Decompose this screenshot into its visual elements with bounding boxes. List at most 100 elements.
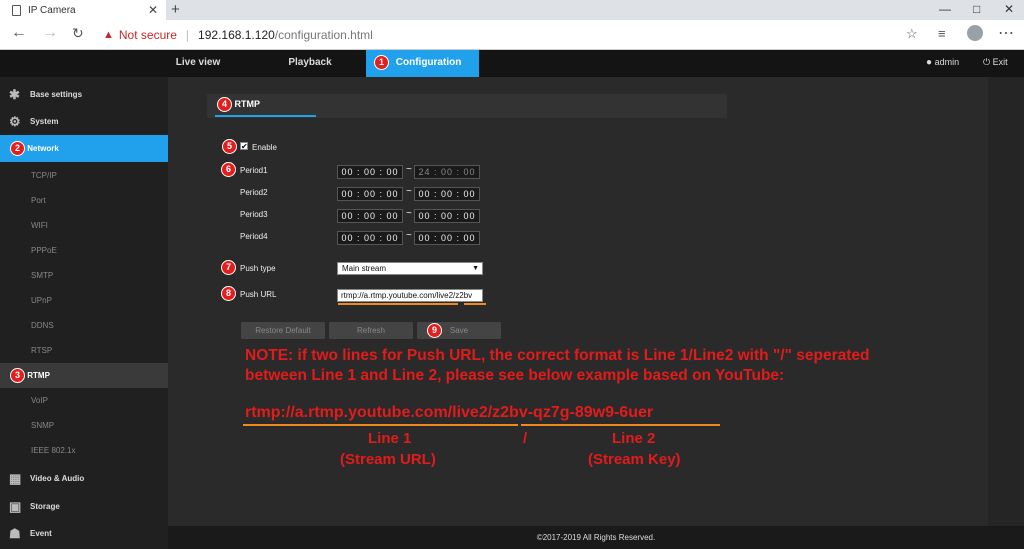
period1-start-time[interactable]: 00 : 00 : 00 bbox=[337, 165, 403, 179]
restore-default-button[interactable]: Restore Default bbox=[241, 322, 325, 339]
favorites-icon[interactable]: ≡ bbox=[938, 26, 946, 41]
forward-icon[interactable]: → bbox=[42, 24, 58, 42]
annotation-badge-9: 9 bbox=[427, 323, 442, 338]
sidebar-sub-upnp[interactable]: UPnP bbox=[0, 288, 168, 313]
nav-live-view[interactable]: Live view bbox=[158, 50, 238, 77]
sidebar-sub-port[interactable]: Port bbox=[0, 188, 168, 213]
save-label: Save bbox=[449, 326, 469, 335]
sidebar-sub-voip[interactable]: VoIP bbox=[0, 388, 168, 413]
nav-configuration-label: Configuration bbox=[395, 57, 462, 68]
sidebar-item-video-audio[interactable]: ▦ Video & Audio bbox=[0, 465, 168, 492]
sidebar-sub-snmp[interactable]: SNMP bbox=[0, 413, 168, 438]
refresh-button[interactable]: Refresh bbox=[329, 322, 413, 339]
sidebar-item-storage[interactable]: ▣ Storage bbox=[0, 493, 168, 520]
user-icon: ● bbox=[926, 57, 933, 68]
period2-label: Period2 bbox=[240, 188, 268, 197]
film-icon: ▦ bbox=[9, 471, 22, 486]
tab-close-icon[interactable]: ✕ bbox=[148, 3, 158, 17]
power-icon: ⏻ bbox=[983, 57, 991, 67]
line2-label: Line 2 bbox=[612, 430, 656, 447]
sidebar-item-label: Network bbox=[27, 144, 59, 153]
url-host: 192.168.1.120 bbox=[198, 28, 275, 42]
annotation-badge-3: 3 bbox=[10, 368, 25, 384]
push-type-value: Main stream bbox=[342, 264, 387, 273]
sidebar-sub-smtp[interactable]: SMTP bbox=[0, 263, 168, 288]
browser-tab[interactable]: IP Camera ✕ bbox=[0, 0, 166, 20]
sidebar-sub-pppoe[interactable]: PPPoE bbox=[0, 238, 168, 263]
period2-start-time[interactable]: 00 : 00 : 00 bbox=[337, 187, 403, 201]
enable-label: Enable bbox=[252, 143, 277, 152]
sidebar-sub-rtmp[interactable]: 3 RTMP bbox=[0, 363, 168, 388]
note-line-2: between Line 1 and Line 2, please see be… bbox=[245, 367, 785, 384]
url-separator: | bbox=[185, 28, 190, 42]
storage-icon: ▣ bbox=[9, 499, 22, 514]
push-url-label: Push URL bbox=[240, 290, 277, 299]
annotation-badge-5: 5 bbox=[222, 139, 237, 154]
sidebar: ✱ Base settings ⚙ System 2 Network TCP/IP … bbox=[0, 77, 168, 549]
push-url-input[interactable]: rtmp://a.rtmp.youtube.com/live2/z2bv bbox=[337, 289, 483, 302]
sidebar-item-label: RTMP bbox=[27, 371, 50, 380]
sidebar-item-label: Storage bbox=[30, 502, 60, 511]
sidebar-sub-ddns[interactable]: DDNS bbox=[0, 313, 168, 338]
sidebar-item-network[interactable]: 2 Network bbox=[0, 135, 168, 162]
annotation-badge-8: 8 bbox=[221, 286, 236, 301]
sidebar-item-base-settings[interactable]: ✱ Base settings bbox=[0, 81, 168, 108]
stream-key-underline bbox=[464, 303, 486, 305]
more-menu-icon[interactable]: ⋯ bbox=[998, 23, 1014, 43]
nav-playback[interactable]: Playback bbox=[270, 50, 350, 77]
period4-label: Period4 bbox=[240, 232, 268, 241]
reload-icon[interactable]: ↻ bbox=[72, 25, 84, 42]
period2-end-time[interactable]: 00 : 00 : 00 bbox=[414, 187, 480, 201]
line1-label: Line 1 bbox=[368, 430, 412, 447]
period4-start-time[interactable]: 00 : 00 : 00 bbox=[337, 231, 403, 245]
slash-label: / bbox=[523, 430, 528, 447]
right-panel-strip bbox=[988, 77, 1024, 526]
period4-end-time[interactable]: 00 : 00 : 00 bbox=[414, 231, 480, 245]
stream-url-underline bbox=[338, 303, 458, 305]
push-type-label: Push type bbox=[240, 264, 276, 273]
page-icon bbox=[12, 4, 21, 16]
range-separator: ~ bbox=[406, 186, 412, 197]
panel-tab-rtmp[interactable]: 4 RTMP bbox=[217, 97, 260, 112]
annotation-badge-7: 7 bbox=[221, 260, 236, 275]
back-icon[interactable]: ← bbox=[11, 24, 27, 42]
period3-end-time[interactable]: 00 : 00 : 00 bbox=[414, 209, 480, 223]
panel-title: RTMP bbox=[234, 98, 261, 109]
profile-avatar[interactable] bbox=[967, 25, 983, 41]
sidebar-sub-ieee8021x[interactable]: IEEE 802.1x bbox=[0, 438, 168, 463]
warning-icon: ▲ bbox=[103, 29, 114, 41]
period1-label: Period1 bbox=[240, 166, 268, 175]
url-field[interactable]: ▲ Not secure | 192.168.1.120/configurati… bbox=[97, 24, 927, 46]
example-url: rtmp://a.rtmp.youtube.com/live2/z2bv-qz7… bbox=[245, 404, 654, 421]
not-secure-label: Not secure bbox=[118, 28, 177, 42]
new-tab-button[interactable]: + bbox=[171, 1, 180, 18]
window-close-icon[interactable]: ✕ bbox=[1004, 2, 1014, 16]
annotation-badge-1: 1 bbox=[374, 54, 389, 70]
nav-configuration[interactable]: 1 Configuration bbox=[366, 50, 479, 77]
maximize-icon[interactable]: □ bbox=[973, 2, 980, 16]
sidebar-sub-wifi[interactable]: WIFI bbox=[0, 213, 168, 238]
push-type-select[interactable]: Main stream ▼ bbox=[337, 262, 483, 275]
save-button[interactable]: 9 Save bbox=[417, 322, 501, 339]
sidebar-sub-rtsp[interactable]: RTSP bbox=[0, 338, 168, 363]
sidebar-sub-tcpip[interactable]: TCP/IP bbox=[0, 163, 168, 188]
enable-checkbox[interactable]: ✔ bbox=[240, 142, 248, 151]
gear-icon: ✱ bbox=[9, 87, 20, 102]
sidebar-item-system[interactable]: ⚙ System bbox=[0, 108, 168, 135]
annotation-badge-4: 4 bbox=[217, 97, 232, 112]
sidebar-item-event[interactable]: ☗ Event bbox=[0, 520, 168, 547]
exit-button[interactable]: ⏻ Exit bbox=[983, 50, 1008, 77]
top-navigation: Live view Playback 1 Configuration ● adm… bbox=[0, 50, 1024, 77]
user-menu[interactable]: ● admin bbox=[926, 50, 959, 77]
annotation-badge-2: 2 bbox=[10, 141, 25, 157]
bookmark-star-icon[interactable]: ☆ bbox=[906, 26, 918, 42]
minimize-icon[interactable]: — bbox=[939, 2, 951, 16]
range-separator: ~ bbox=[406, 208, 412, 219]
period1-end-time[interactable]: 24 : 00 : 00 bbox=[414, 165, 480, 179]
note-line-1: NOTE: if two lines for Push URL, the cor… bbox=[245, 347, 870, 364]
stream-key-label: (Stream Key) bbox=[588, 451, 681, 468]
period3-start-time[interactable]: 00 : 00 : 00 bbox=[337, 209, 403, 223]
panel-header: 4 RTMP bbox=[207, 94, 727, 118]
event-icon: ☗ bbox=[9, 526, 21, 541]
period3-label: Period3 bbox=[240, 210, 268, 219]
